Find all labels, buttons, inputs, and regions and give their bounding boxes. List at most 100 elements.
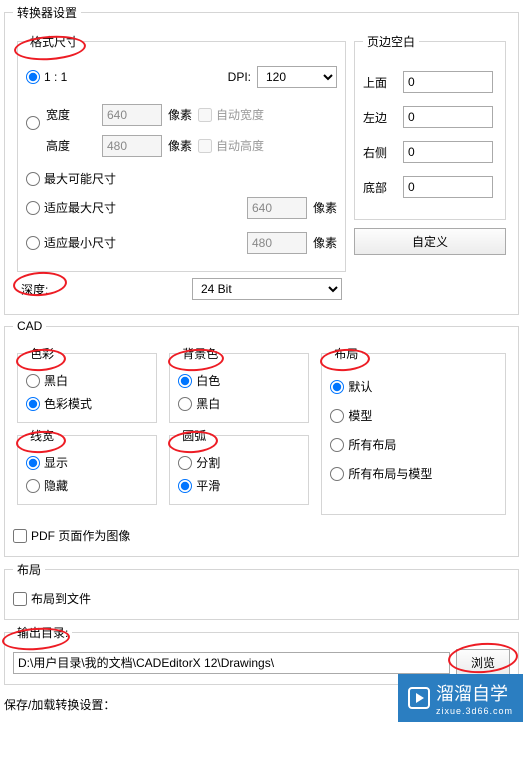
- px-label: 像素: [168, 106, 192, 123]
- margin-top-input[interactable]: [403, 71, 493, 93]
- layout-to-file-checkbox[interactable]: [13, 592, 27, 606]
- depth-select[interactable]: 24 Bit: [192, 278, 342, 300]
- bg-black-option[interactable]: 黑白: [178, 395, 300, 412]
- auto-width-check[interactable]: 自动宽度: [198, 106, 264, 123]
- brand-url: zixue.3d66.com: [436, 706, 513, 716]
- page-margins-group: 页边空白 上面 左边 右侧 底部: [354, 33, 506, 220]
- lw-hide-option[interactable]: 隐藏: [26, 477, 148, 494]
- page-margins-legend: 页边空白: [363, 33, 419, 50]
- margin-right-label: 右侧: [363, 144, 403, 161]
- height-label: 高度: [46, 137, 96, 154]
- ratio-1-1-option[interactable]: 1 : 1: [26, 70, 67, 84]
- bg-group: 背景色 白色 黑白: [169, 345, 309, 423]
- fit-max-radio[interactable]: [26, 201, 40, 215]
- max-possible-label: 最大可能尺寸: [44, 170, 116, 187]
- lw-hide-radio[interactable]: [26, 479, 40, 493]
- layout-default-radio[interactable]: [330, 380, 344, 394]
- cad-group: CAD 色彩 黑白 色彩模式 线宽 显示: [4, 319, 519, 557]
- lw-show-option[interactable]: 显示: [26, 454, 148, 471]
- color-group: 色彩 黑白 色彩模式: [17, 345, 157, 423]
- lw-show-label: 显示: [44, 454, 68, 471]
- max-possible-radio[interactable]: [26, 172, 40, 186]
- bg-white-option[interactable]: 白色: [178, 372, 300, 389]
- custom-wh-radio[interactable]: [26, 116, 40, 130]
- arc-smooth-option[interactable]: 平滑: [178, 477, 300, 494]
- color-mode-label: 色彩模式: [44, 395, 92, 412]
- format-size-group: 格式尺寸 1 : 1 DPI: 120: [17, 33, 346, 272]
- arc-legend: 圆弧: [178, 427, 210, 444]
- pdf-page-as-image-check[interactable]: PDF 页面作为图像: [13, 527, 510, 544]
- margin-bottom-input[interactable]: [403, 176, 493, 198]
- layout-section: 布局 布局到文件: [4, 561, 519, 620]
- layout-all-model-radio[interactable]: [330, 467, 344, 481]
- arc-split-radio[interactable]: [178, 456, 192, 470]
- fit-min-option[interactable]: 适应最小尺寸: [26, 234, 116, 251]
- auto-height-label: 自动高度: [216, 137, 264, 154]
- layout-all-model-option[interactable]: 所有布局与模型: [330, 465, 497, 482]
- fit-max-input[interactable]: [247, 197, 307, 219]
- fit-min-input[interactable]: [247, 232, 307, 254]
- bg-black-radio[interactable]: [178, 397, 192, 411]
- layout-section-legend: 布局: [13, 561, 45, 578]
- fit-min-label: 适应最小尺寸: [44, 234, 116, 251]
- layout-all-option[interactable]: 所有布局: [330, 436, 497, 453]
- play-icon: [408, 687, 430, 709]
- layout-model-label: 模型: [348, 407, 372, 424]
- depth-label: 深度:: [21, 281, 48, 298]
- bg-black-label: 黑白: [196, 395, 220, 412]
- layout-default-label: 默认: [348, 378, 372, 395]
- layout-to-file-check[interactable]: 布局到文件: [13, 590, 510, 607]
- auto-height-checkbox[interactable]: [198, 139, 212, 153]
- arc-smooth-label: 平滑: [196, 477, 220, 494]
- dpi-select[interactable]: 120: [257, 66, 337, 88]
- custom-wh-option[interactable]: [26, 116, 40, 130]
- width-label: 宽度: [46, 106, 96, 123]
- max-possible-option[interactable]: 最大可能尺寸: [26, 170, 337, 187]
- px-label: 像素: [313, 234, 337, 251]
- bg-white-radio[interactable]: [178, 374, 192, 388]
- lw-show-radio[interactable]: [26, 456, 40, 470]
- color-mode-radio[interactable]: [26, 397, 40, 411]
- margin-left-label: 左边: [363, 109, 403, 126]
- arc-group: 圆弧 分割 平滑: [169, 427, 309, 505]
- color-mode-option[interactable]: 色彩模式: [26, 395, 148, 412]
- linewidth-group: 线宽 显示 隐藏: [17, 427, 157, 505]
- format-size-legend: 格式尺寸: [26, 33, 82, 50]
- output-dir-legend: 输出目录:: [13, 624, 72, 641]
- margin-bottom-label: 底部: [363, 179, 403, 196]
- dpi-label: DPI:: [228, 70, 251, 84]
- auto-width-checkbox[interactable]: [198, 108, 212, 122]
- margin-top-label: 上面: [363, 74, 403, 91]
- ratio-1-1-radio[interactable]: [26, 70, 40, 84]
- auto-height-check[interactable]: 自动高度: [198, 137, 264, 154]
- output-dir-input[interactable]: [13, 652, 450, 674]
- margin-right-input[interactable]: [403, 141, 493, 163]
- ratio-1-1-label: 1 : 1: [44, 70, 67, 84]
- fit-max-option[interactable]: 适应最大尺寸: [26, 199, 116, 216]
- browse-button[interactable]: 浏览: [456, 649, 510, 676]
- fit-min-radio[interactable]: [26, 236, 40, 250]
- margin-left-input[interactable]: [403, 106, 493, 128]
- layout-group: 布局 默认 模型 所有布局 所有布局与模型: [321, 345, 506, 515]
- width-input[interactable]: [102, 104, 162, 126]
- save-load-label: 保存/加载转换设置：: [4, 696, 115, 713]
- color-bw-radio[interactable]: [26, 374, 40, 388]
- arc-split-option[interactable]: 分割: [178, 454, 300, 471]
- color-bw-option[interactable]: 黑白: [26, 372, 148, 389]
- brand-logo: 溜溜自学 zixue.3d66.com: [398, 674, 523, 722]
- lw-hide-label: 隐藏: [44, 477, 68, 494]
- auto-width-label: 自动宽度: [216, 106, 264, 123]
- layout-model-radio[interactable]: [330, 409, 344, 423]
- brand-name: 溜溜自学: [436, 684, 508, 704]
- layout-default-option[interactable]: 默认: [330, 378, 497, 395]
- layout-to-file-label: 布局到文件: [31, 590, 91, 607]
- bg-legend: 背景色: [178, 345, 222, 362]
- pdf-page-as-image-label: PDF 页面作为图像: [31, 527, 130, 544]
- arc-smooth-radio[interactable]: [178, 479, 192, 493]
- layout-all-radio[interactable]: [330, 438, 344, 452]
- layout-model-option[interactable]: 模型: [330, 407, 497, 424]
- pdf-page-as-image-checkbox[interactable]: [13, 529, 27, 543]
- custom-button[interactable]: 自定义: [354, 228, 506, 255]
- cad-legend: CAD: [13, 319, 46, 333]
- height-input[interactable]: [102, 135, 162, 157]
